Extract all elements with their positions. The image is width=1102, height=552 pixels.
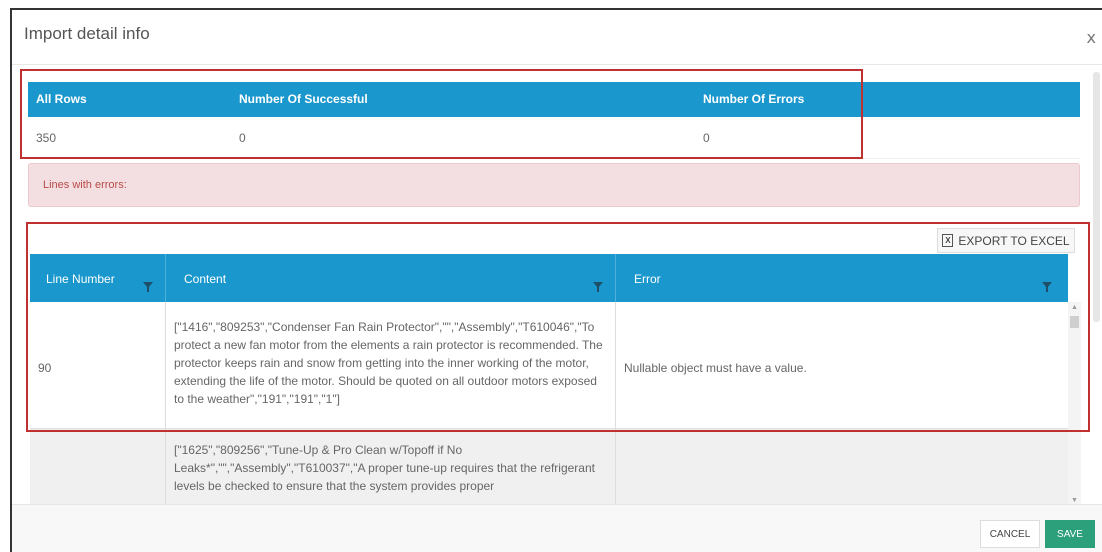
column-label-error: Error: [634, 272, 661, 286]
filter-icon[interactable]: [1042, 282, 1052, 292]
summary-header-row: All Rows Number Of Successful Number Of …: [28, 82, 1080, 117]
grid-scrollbar[interactable]: ▲ ▼: [1068, 302, 1081, 504]
header-number-errors: Number Of Errors: [703, 92, 805, 106]
header-all-rows: All Rows: [36, 92, 87, 106]
header-number-successful: Number Of Successful: [239, 92, 368, 106]
errors-alert-text: Lines with errors:: [43, 179, 127, 191]
content-value: ["1416","809253","Condenser Fan Rain Pro…: [174, 320, 603, 406]
cell-content: ["1416","809253","Condenser Fan Rain Pro…: [166, 302, 616, 428]
cancel-button[interactable]: CANCEL: [980, 520, 1040, 548]
dialog-header: Import detail info x: [12, 10, 1102, 65]
filter-icon[interactable]: [593, 282, 603, 292]
cell-line-number: [30, 429, 166, 504]
dialog-title: Import detail info: [24, 24, 150, 43]
export-button-label: EXPORT TO EXCEL: [958, 233, 1070, 248]
errors-alert: Lines with errors:: [28, 163, 1080, 207]
column-header-error[interactable]: Error: [616, 254, 1068, 302]
save-button[interactable]: SAVE: [1045, 520, 1095, 548]
column-header-line-number[interactable]: Line Number: [30, 254, 166, 302]
dialog-scrollbar[interactable]: [1093, 72, 1100, 322]
cell-error: Nullable object must have a value.: [616, 302, 1068, 428]
line-number-value: 90: [38, 361, 52, 375]
table-row[interactable]: ["1625","809256","Tune-Up & Pro Clean w/…: [30, 429, 1068, 504]
cell-content: ["1625","809256","Tune-Up & Pro Clean w/…: [166, 429, 616, 504]
column-label-line-number: Line Number: [46, 272, 115, 286]
summary-values-row: 350 0 0: [28, 117, 1080, 159]
value-number-successful: 0: [239, 131, 246, 145]
column-label-content: Content: [184, 272, 227, 286]
table-row[interactable]: 90 ["1416","809253","Condenser Fan Rain …: [30, 302, 1068, 429]
export-to-excel-button[interactable]: X EXPORT TO EXCEL: [937, 228, 1075, 253]
excel-file-icon: X: [942, 234, 954, 247]
scroll-thumb[interactable]: [1070, 316, 1079, 328]
close-icon[interactable]: x: [1087, 28, 1096, 47]
content-value: ["1625","809256","Tune-Up & Pro Clean w/…: [174, 443, 595, 493]
dialog-footer: CANCEL SAVE: [12, 504, 1102, 552]
summary-table: All Rows Number Of Successful Number Of …: [28, 82, 1080, 159]
scroll-down-icon[interactable]: ▼: [1071, 497, 1078, 504]
import-detail-dialog: Import detail info x All Rows Number Of …: [10, 8, 1102, 552]
scroll-up-icon[interactable]: ▲: [1071, 304, 1078, 311]
grid-header-row: Line Number Content Error: [30, 254, 1068, 302]
error-value: Nullable object must have a value.: [624, 361, 807, 375]
filter-icon[interactable]: [143, 282, 153, 292]
cell-line-number: 90: [30, 302, 166, 428]
cell-error: [616, 429, 1068, 504]
value-number-errors: 0: [703, 131, 710, 145]
column-header-content[interactable]: Content: [166, 254, 616, 302]
value-all-rows: 350: [36, 131, 57, 145]
error-lines-grid: Line Number Content Error 90 ["1416","80…: [30, 254, 1068, 504]
